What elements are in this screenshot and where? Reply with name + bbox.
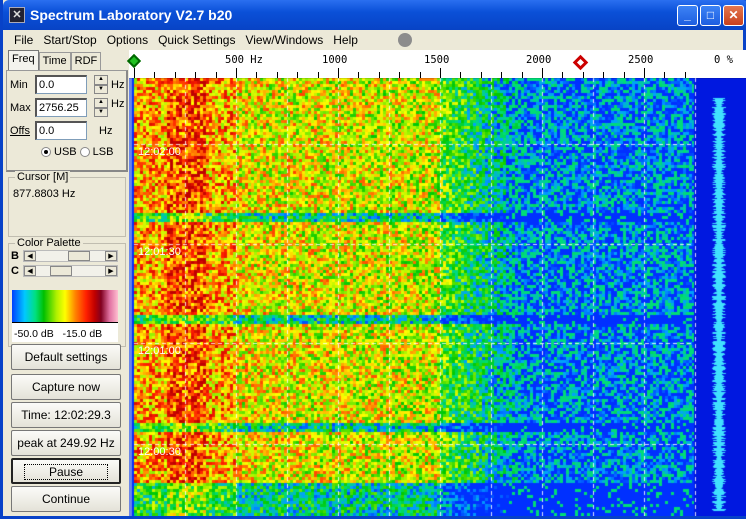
capture-now-button[interactable]: Capture now — [11, 374, 121, 400]
minimize-button[interactable]: _ — [677, 5, 698, 26]
freq-tick — [297, 72, 299, 78]
cursor-marker-icon[interactable] — [572, 54, 589, 71]
palette-title: Color Palette — [15, 237, 83, 249]
max-freq-input[interactable]: 2756.25 — [35, 98, 87, 117]
waterfall-canvas[interactable] — [129, 50, 746, 516]
cursor-value: 877.8803 Hz — [13, 188, 76, 200]
freq-tick — [603, 72, 605, 78]
color-palette-bar — [12, 290, 118, 322]
menu-bar: File Start/Stop Options Quick Settings V… — [6, 30, 746, 49]
brightness-slider[interactable]: ◀ ▶ — [23, 250, 118, 262]
min-unit: Hz — [111, 78, 125, 91]
min-spinner[interactable]: ▲ ▼ — [94, 75, 108, 94]
time-display-button[interactable]: Time: 12:02:29.3 — [11, 402, 121, 428]
freq-tick — [236, 68, 237, 78]
freq-tick — [440, 68, 441, 78]
percent-label: 0 % — [714, 54, 733, 66]
time-label: 12:01:30 — [138, 246, 181, 258]
freq-tick — [195, 72, 197, 78]
freq-tick — [501, 72, 503, 78]
offset-input[interactable]: 0.0 — [35, 121, 87, 140]
c-label: C — [11, 265, 19, 277]
cursor-group: Cursor [M] 877.8803 Hz — [8, 171, 126, 237]
freq-label-2500: 2500 — [628, 54, 654, 66]
time-label: 12:00:30 — [138, 446, 181, 458]
freq-label-1000: 1000 — [322, 54, 348, 66]
frequency-scale[interactable]: 500 Hz 1000 1500 2000 2500 0 % — [126, 50, 746, 78]
close-button[interactable]: ✕ — [723, 5, 744, 26]
freq-label-2000: 2000 — [526, 54, 552, 66]
max-unit: Hz — [111, 97, 125, 110]
time-label: 12:01:00 — [138, 345, 181, 357]
freq-tick — [542, 68, 543, 78]
freq-tick — [664, 72, 666, 78]
spectrogram-area[interactable]: 500 Hz 1000 1500 2000 2500 0 % 12:02:00 … — [126, 50, 746, 516]
tab-freq[interactable]: Freq — [8, 50, 39, 70]
pause-button[interactable]: Pause — [11, 458, 121, 484]
freq-tick — [276, 72, 278, 78]
freq-tick — [317, 72, 319, 78]
freq-label-1500: 1500 — [424, 54, 450, 66]
freq-tick — [399, 72, 401, 78]
tab-rdf[interactable]: RDF — [70, 52, 102, 70]
time-label: 12:02:00 — [138, 146, 181, 158]
max-spinner[interactable]: ▲ ▼ — [94, 98, 108, 117]
freq-tick — [623, 72, 625, 78]
min-label: Min — [10, 78, 28, 91]
app-icon[interactable]: ✕ — [9, 7, 25, 23]
freq-tick — [684, 72, 686, 78]
menu-options[interactable]: Options — [107, 33, 148, 47]
lsb-radio[interactable]: LSB — [79, 146, 113, 158]
menu-quick-settings[interactable]: Quick Settings — [158, 33, 235, 47]
freq-tick — [215, 72, 217, 78]
default-settings-button[interactable]: Default settings — [11, 344, 121, 370]
status-indicator-icon — [397, 32, 412, 47]
menu-file[interactable]: File — [14, 33, 33, 47]
freq-tick — [644, 68, 645, 78]
usb-radio[interactable]: USB — [41, 146, 77, 158]
contrast-slider[interactable]: ◀ ▶ — [23, 265, 118, 277]
freq-tick — [256, 72, 258, 78]
menu-help[interactable]: Help — [333, 33, 358, 47]
max-label: Max — [10, 101, 31, 114]
b-label: B — [11, 250, 19, 262]
freq-panel: Min 0.0 ▲ ▼ Hz Max 2756.25 ▲ ▼ Hz Offs 0.0 Hz USB … — [6, 70, 128, 172]
freq-tick — [562, 72, 564, 78]
app-window: ✕ Spectrum Laboratory V2.7 b20 _ □ ✕ Fil… — [0, 0, 746, 519]
freq-tick — [419, 72, 421, 78]
freq-tick — [460, 72, 462, 78]
menu-view-windows[interactable]: View/Windows — [245, 33, 323, 47]
freq-tick — [358, 72, 360, 78]
freq-tick — [521, 72, 523, 78]
freq-tick — [338, 68, 339, 78]
min-freq-input[interactable]: 0.0 — [35, 75, 87, 94]
freq-tick — [154, 72, 156, 78]
freq-tick — [174, 72, 176, 78]
offs-label[interactable]: Offs — [10, 125, 32, 137]
continue-button[interactable]: Continue — [11, 486, 121, 512]
freq-tick — [582, 72, 584, 78]
window-title: Spectrum Laboratory V2.7 b20 — [30, 7, 233, 23]
freq-tick — [134, 68, 135, 78]
peak-display-button[interactable]: peak at 249.92 Hz — [11, 430, 121, 456]
freq-tick — [480, 72, 482, 78]
control-panel: Freq Time RDF Min 0.0 ▲ ▼ Hz Max 2756.25 ▲ ▼ Hz … — [6, 50, 128, 516]
maximize-button[interactable]: □ — [700, 5, 721, 26]
cursor-title: Cursor [M] — [15, 171, 71, 183]
tab-time[interactable]: Time — [38, 52, 71, 70]
palette-scale: -50.0 dB -15.0 dB — [12, 322, 118, 342]
menu-start-stop[interactable]: Start/Stop — [43, 33, 96, 47]
offs-unit: Hz — [99, 124, 113, 137]
freq-tick — [378, 72, 380, 78]
freq-label-500: 500 Hz — [225, 54, 263, 66]
title-bar[interactable]: ✕ Spectrum Laboratory V2.7 b20 _ □ ✕ — [3, 0, 746, 30]
start-marker-icon[interactable] — [126, 53, 142, 69]
